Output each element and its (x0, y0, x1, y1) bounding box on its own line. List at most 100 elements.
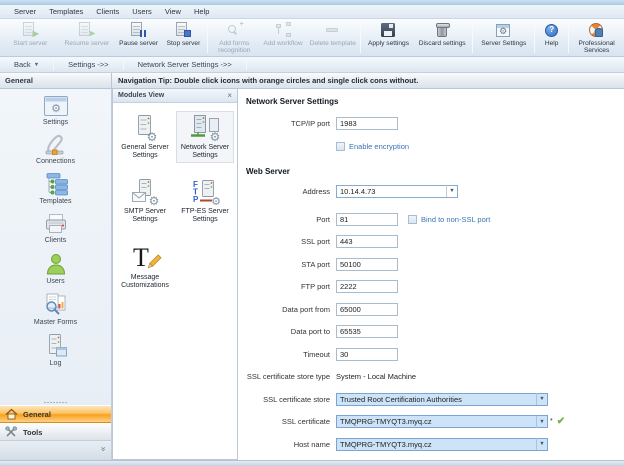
port-input[interactable] (336, 213, 398, 226)
delete-template-button[interactable]: Delete template (307, 20, 358, 56)
back-button[interactable]: Back ▼ (0, 57, 53, 72)
sidebar-item-users[interactable]: Users (43, 251, 69, 285)
module-message-customizations[interactable]: T Message Customizations (116, 239, 174, 293)
stop-server-icon (175, 22, 192, 39)
toolbar: ▶ Start server ➤ Resume server Pause ser… (0, 19, 624, 57)
back-dropdown-icon: ▼ (34, 62, 39, 68)
ssl-port-label: SSL port (246, 237, 336, 246)
server-settings-button[interactable]: ⚙ Server Settings (475, 20, 532, 56)
svg-text:⚙: ⚙ (147, 130, 158, 142)
resume-server-icon: ➤ (78, 22, 95, 39)
toolbar-separator (472, 23, 473, 53)
discard-settings-button[interactable]: Discard settings (414, 20, 471, 56)
tcpip-port-label: TCP/IP port (246, 119, 336, 128)
sta-port-input[interactable] (336, 258, 398, 271)
help-button[interactable]: ? Help (537, 20, 566, 56)
bind-non-ssl-checkbox[interactable] (408, 215, 417, 224)
dropdown-arrow-icon[interactable]: ▼ (536, 416, 547, 428)
required-asterisk: * (550, 418, 553, 425)
ftp-port-input[interactable] (336, 280, 398, 293)
sidebar-section-general[interactable]: General (0, 405, 111, 423)
sidebar-item-settings[interactable]: ⚙ Settings (43, 94, 69, 126)
add-workflow-button[interactable]: Add workflow (259, 20, 308, 56)
breadcrumb-settings[interactable]: Settings ->> (54, 57, 122, 72)
stop-server-button[interactable]: Stop server (162, 20, 205, 56)
breadcrumb-network-server-settings[interactable]: Network Server Settings ->> (124, 57, 246, 72)
timeout-input[interactable] (336, 348, 398, 361)
section-title-network-server-settings: Network Server Settings (246, 97, 624, 106)
dropdown-arrow-icon[interactable]: ▼ (446, 185, 457, 197)
apply-settings-icon (380, 22, 397, 39)
add-forms-recognition-button[interactable]: + Add forms recognition (210, 20, 259, 56)
delete-template-icon (324, 22, 341, 39)
menu-users[interactable]: Users (132, 7, 152, 16)
sidebar: ⚙ Settings Connections (0, 89, 112, 460)
start-server-button[interactable]: ▶ Start server (2, 20, 59, 56)
svg-text:⚙: ⚙ (210, 130, 221, 142)
ftp-es-server-settings-icon: F T P ⚙ (188, 178, 222, 206)
valid-check-icon: ✔ (557, 416, 565, 427)
help-icon: ? (543, 22, 560, 39)
svg-text:⚙: ⚙ (149, 194, 160, 206)
resume-server-button[interactable]: ➤ Resume server (59, 20, 116, 56)
enable-encryption-checkbox[interactable] (336, 142, 345, 151)
data-port-to-label: Data port to (246, 327, 336, 336)
ssl-certificate-combobox[interactable]: TMQPRG-TMYQT3.myq.cz ▼ (336, 415, 548, 428)
toolbar-separator (207, 23, 208, 53)
discard-settings-icon (434, 22, 451, 39)
sidebar-header: General (0, 73, 112, 89)
breadcrumb-separator (246, 60, 247, 70)
data-port-to-input[interactable] (336, 325, 398, 338)
menu-help[interactable]: Help (194, 7, 209, 16)
menu-server[interactable]: Server (14, 7, 36, 16)
dropdown-arrow-icon[interactable]: ▼ (536, 438, 547, 450)
sidebar-section-tools[interactable]: Tools (0, 423, 111, 441)
address-combobox[interactable]: 10.14.4.73 ▼ (336, 185, 458, 198)
menu-templates[interactable]: Templates (49, 7, 83, 16)
host-name-combobox[interactable]: TMQPRG-TMYQT3.myq.cz ▼ (336, 438, 548, 451)
dropdown-arrow-icon[interactable]: ▼ (536, 393, 547, 405)
message-customizations-icon: T (128, 242, 162, 272)
module-smtp-server-settings[interactable]: ⚙ SMTP Server Settings (116, 175, 174, 227)
settings-form: Network Server Settings TCP/IP port Enab… (238, 89, 624, 460)
printer-icon (43, 212, 69, 236)
section-title-web-server: Web Server (246, 167, 624, 176)
svg-text:T: T (133, 243, 149, 272)
module-general-server-settings[interactable]: ⚙ General Server Settings (116, 111, 174, 163)
menubar: Server Templates Clients Users View Help (0, 5, 624, 19)
ssl-store-combobox[interactable]: Trusted Root Certification Authorities ▼ (336, 393, 548, 406)
sidebar-item-connections[interactable]: Connections (36, 133, 75, 165)
ssl-store-type-value: System - Local Machine (336, 372, 416, 381)
sidebar-item-templates[interactable]: Templates (40, 172, 72, 205)
pause-server-button[interactable]: Pause server (115, 20, 162, 56)
sidebar-item-master-forms[interactable]: Master Forms (34, 292, 77, 326)
professional-services-button[interactable]: Professional Services (571, 20, 622, 56)
data-port-from-label: Data port from (246, 305, 336, 314)
ssl-certificate-label: SSL certificate (246, 417, 336, 426)
data-port-from-input[interactable] (336, 303, 398, 316)
modules-view-titlebar: Modules View × (113, 89, 237, 103)
general-server-settings-icon: ⚙ (130, 114, 160, 142)
professional-services-icon (588, 22, 605, 39)
tcpip-port-input[interactable] (336, 117, 398, 130)
module-ftp-es-server-settings[interactable]: F T P ⚙ FTP-ES Server Settings (176, 175, 234, 227)
server-log-icon (43, 333, 69, 359)
add-workflow-icon (275, 22, 292, 39)
toolbar-separator (360, 23, 361, 53)
menu-view[interactable]: View (165, 7, 181, 16)
sidebar-item-clients[interactable]: Clients (43, 212, 69, 244)
address-label: Address (246, 187, 336, 196)
module-network-server-settings[interactable]: ⚙ Network Server Settings (176, 111, 234, 163)
tools-icon (5, 426, 18, 438)
menu-clients[interactable]: Clients (96, 7, 119, 16)
sidebar-item-log[interactable]: Log (43, 333, 69, 367)
close-icon[interactable]: × (227, 91, 232, 100)
smtp-server-settings-icon: ⚙ (129, 178, 161, 206)
ssl-port-input[interactable] (336, 235, 398, 248)
settings-window-gear-icon: ⚙ (43, 94, 69, 118)
workflow-tree-icon (43, 172, 69, 197)
collapse-chevron-icon[interactable]: » (98, 447, 108, 451)
paperclip-connection-icon (42, 133, 68, 157)
apply-settings-button[interactable]: Apply settings (363, 20, 414, 56)
enable-encryption-label: Enable encryption (349, 142, 409, 151)
